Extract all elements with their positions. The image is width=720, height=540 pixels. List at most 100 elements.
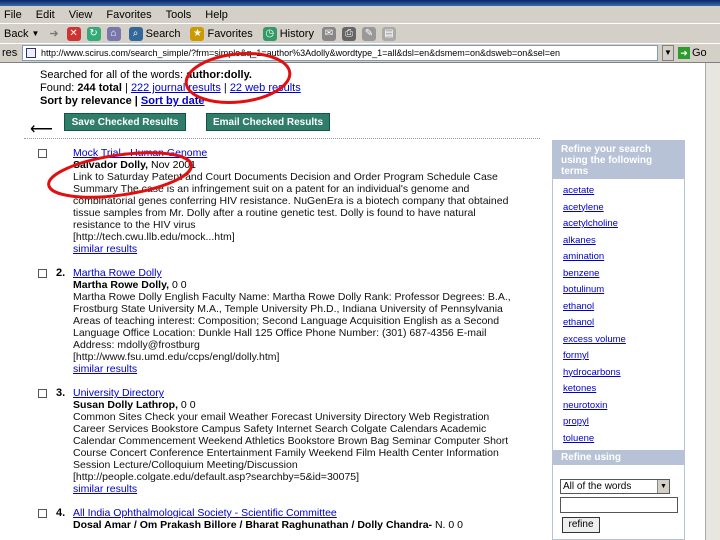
result-date: Nov 2001 [148,159,196,171]
refine-term-link[interactable]: neurotoxin [563,398,674,415]
forward-button[interactable]: ➜ [47,27,60,40]
separator: | [134,95,138,107]
refine-term-link[interactable]: acetylcholine [563,216,674,233]
menu-bar: File Edit View Favorites Tools Help [0,6,720,23]
sort-line: Sort by relevance | Sort by date [40,95,301,108]
similar-results-link[interactable]: similar results [73,483,137,495]
journal-results-link[interactable]: 222 journal results [131,82,221,94]
result-number: 2. [56,267,66,279]
refine-mode-select[interactable]: All of the words ▼ [560,479,670,494]
refine-button[interactable]: refine [562,517,600,533]
stop-icon[interactable]: ✕ [66,26,81,41]
search-summary: Searched for all of the words: author:do… [40,69,301,108]
refine-term-link[interactable]: acetylene [563,200,674,217]
result-url: [http://people.colgate.edu/default.asp?s… [73,471,360,483]
history-button[interactable]: ◷ History [261,26,316,41]
favorites-button[interactable]: ★ Favorites [188,26,254,41]
result-title-link[interactable]: Mock Trial - Human Genome [73,147,207,159]
address-label: ress [2,47,18,59]
divider [24,138,540,139]
sort-relevance-label: Sort by relevance [40,95,132,107]
result-desc: Frostburg State University M.A., Temple … [73,303,503,315]
home-icon[interactable]: ⌂ [106,26,121,41]
query-text: author:dolly. [186,69,252,81]
chevron-down-icon: ▼ [657,480,669,493]
result-body: All India Ophthalmological Society - Sci… [73,507,548,531]
result-authors: Salvador Dolly, [73,159,149,171]
refine-term-link[interactable]: excess volume [563,332,674,349]
back-label: Back [4,27,29,40]
searched-prefix: Searched for all of the words: [40,69,187,81]
refine-mode-value: All of the words [563,481,632,492]
found-prefix: Found: [40,82,78,94]
refine-term-link[interactable]: hydrocarbons [563,365,674,382]
search-button[interactable]: ⌕ Search [127,26,183,41]
back-button[interactable]: Back ▼ [2,28,41,40]
refine-term-link[interactable]: ethanol [563,299,674,316]
result-authors: Susan Dolly Lathrop, [73,399,179,411]
result-authors: Martha Rowe Dolly, [73,279,170,291]
address-bar: ress http://www.scirus.com/search_simple… [0,43,720,63]
result-title-link[interactable]: All India Ophthalmological Society - Sci… [73,507,337,519]
browser-toolbar: Back ▼ ➜ ✕ ↻ ⌂ ⌕ Search ★ Favorites ◷ Hi… [0,23,720,43]
result-desc: combinatorial genes conferring HIV resis… [73,195,509,207]
refresh-icon[interactable]: ↻ [86,26,101,41]
refine-term-link[interactable]: botulinum [563,282,674,299]
refine-using-heading: Refine using [553,451,684,465]
menu-help[interactable]: Help [205,9,228,21]
refine-term-link[interactable]: ketones [563,381,674,398]
favorites-label: Favorites [207,27,253,40]
menu-edit[interactable]: Edit [36,9,55,21]
refine-term-link[interactable]: toluene [563,431,674,448]
refine-term-link[interactable]: alkanes [563,233,674,250]
menu-tools[interactable]: Tools [166,9,192,21]
refine-term-link[interactable]: formyl [563,348,674,365]
found-total: 244 total [77,82,122,94]
search-label: Search [145,27,181,40]
go-button[interactable]: ➜ Go [678,47,707,59]
result-desc: Language Office Location: Dunkle Hall 12… [73,327,487,339]
result-title-link[interactable]: Martha Rowe Dolly [73,267,162,279]
refine-text-input[interactable] [560,497,678,513]
page-scrollbar[interactable] [705,63,720,540]
refine-term-link[interactable]: acetate [563,183,674,200]
page-favicon-icon [26,48,36,58]
result-body: Mock Trial - Human Genome Salvador Dolly… [73,147,548,255]
similar-results-link[interactable]: similar results [73,243,137,255]
refine-term-link[interactable]: amination [563,249,674,266]
go-arrow-icon: ➜ [678,47,690,59]
page-icon[interactable]: ▤ [381,26,396,41]
refine-term-link[interactable]: propyl [563,414,674,431]
result-checkbox[interactable] [38,149,47,158]
edit-icon[interactable]: ✎ [361,26,376,41]
result-desc: Link to Saturday Patent and Court Docume… [73,171,498,183]
web-results-link[interactable]: 22 web results [230,82,301,94]
sort-by-date-link[interactable]: Sort by date [141,95,205,107]
separator: | [223,82,227,94]
address-url: http://www.scirus.com/search_simple/?frm… [41,48,561,58]
menu-view[interactable]: View [69,9,93,21]
refine-terms-panel: Refine your search using the following t… [552,140,685,465]
result-desc: Session Lecture/Colloquium Meeting/Discu… [73,459,298,471]
similar-results-link[interactable]: similar results [73,363,137,375]
star-icon: ★ [190,26,205,41]
save-checked-button[interactable]: Save Checked Results [64,113,186,131]
refine-term-link[interactable]: ethanol [563,315,674,332]
result-checkbox[interactable] [38,509,47,518]
menu-favorites[interactable]: Favorites [106,9,151,21]
email-checked-button[interactable]: Email Checked Results [206,113,330,131]
result-title-link[interactable]: University Directory [73,387,164,399]
chevron-down-icon: ▼ [31,29,40,38]
print-icon[interactable]: ⎙ [341,26,356,41]
mail-icon[interactable]: ✉ [321,26,336,41]
result-body: Martha Rowe Dolly Martha Rowe Dolly, 0 0… [73,267,548,375]
menu-file[interactable]: File [4,9,22,21]
result-authors: Dosal Amar / Om Prakash Billore / Bharat… [73,519,433,531]
address-dropdown-button[interactable]: ▼ [662,45,674,61]
result-checkbox[interactable] [38,269,47,278]
refine-term-link[interactable]: benzene [563,266,674,283]
result-date: 0 0 [169,279,187,291]
result-date: 0 0 [178,399,196,411]
result-checkbox[interactable] [38,389,47,398]
address-input[interactable]: http://www.scirus.com/search_simple/?frm… [22,45,658,61]
